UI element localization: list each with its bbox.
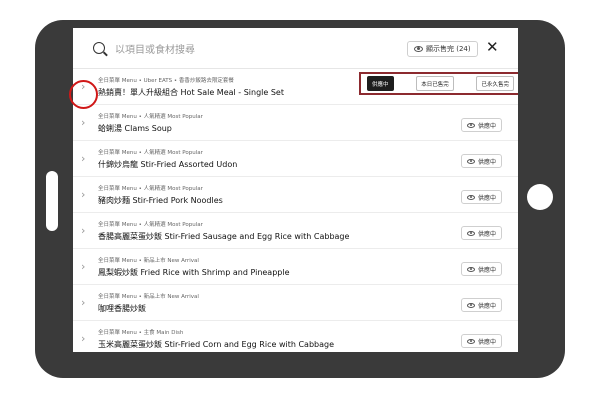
- item-breadcrumb: 全日菜單 Menu • 新品上市 New Arrival: [98, 294, 199, 300]
- menu-item-list: › 全日菜單 Menu • Uber EATS • 香香炒飯路去限定套餐 熱銷賣…: [73, 69, 518, 352]
- status-badge[interactable]: 供應中: [461, 190, 503, 204]
- item-breadcrumb: 全日菜單 Menu • Uber EATS • 香香炒飯路去限定套餐: [98, 78, 234, 84]
- chevron-right-icon[interactable]: ›: [81, 296, 85, 309]
- show-sold-out-button[interactable]: 顯示售完 (24): [407, 41, 478, 57]
- eye-icon: [467, 230, 475, 236]
- app-screen: 以項目或食材搜尋 顯示售完 (24) ✕ › 全日菜單 Menu • Uber …: [73, 28, 518, 352]
- chevron-right-icon[interactable]: ›: [81, 152, 85, 165]
- list-item[interactable]: › 全日菜單 Menu • Uber EATS • 香香炒飯路去限定套餐 熱銷賣…: [73, 69, 518, 105]
- list-item[interactable]: › 全日菜單 Menu • 人氣精選 Most Popular 豬肉炒麵 Sti…: [73, 177, 518, 213]
- item-breadcrumb: 全日菜單 Menu • 主食 Main Dish: [98, 330, 184, 336]
- item-name: 鳳梨蝦炒飯 Fried Rice with Shrimp and Pineapp…: [98, 268, 290, 277]
- item-name: 咖哩香腸炒飯: [98, 304, 146, 313]
- status-label: 供應中: [478, 338, 497, 346]
- item-breadcrumb: 全日菜單 Menu • 新品上市 New Arrival: [98, 258, 199, 264]
- item-name: 蛤蜊湯 Clams Soup: [98, 124, 172, 133]
- list-item[interactable]: › 全日菜單 Menu • 人氣精選 Most Popular 什錦炒烏龍 St…: [73, 141, 518, 177]
- item-name: 豬肉炒麵 Stir-Fried Pork Noodles: [98, 196, 223, 205]
- eye-icon: [467, 122, 475, 128]
- show-sold-out-label: 顯示售完 (24): [426, 45, 471, 53]
- list-item[interactable]: › 全日菜單 Menu • 人氣精選 Most Popular 香腸高麗菜蛋炒飯…: [73, 213, 518, 249]
- status-badge[interactable]: 供應中: [461, 226, 503, 240]
- eye-icon: [467, 338, 475, 344]
- eye-icon: [467, 158, 475, 164]
- item-breadcrumb: 全日菜單 Menu • 人氣精選 Most Popular: [98, 114, 203, 120]
- item-name: 玉米高麗菜蛋炒飯 Stir-Fried Corn and Egg Rice wi…: [98, 340, 335, 349]
- tablet-home-button: [527, 184, 553, 210]
- search-input[interactable]: 以項目或食材搜尋: [115, 41, 195, 56]
- status-badge[interactable]: 供應中: [461, 154, 503, 168]
- chevron-right-icon[interactable]: ›: [81, 224, 85, 237]
- status-label: 供應中: [478, 230, 497, 238]
- list-item[interactable]: › 全日菜單 Menu • 新品上市 New Arrival 咖哩香腸炒飯 供應…: [73, 285, 518, 321]
- chevron-right-icon[interactable]: ›: [81, 260, 85, 273]
- status-label: 供應中: [478, 194, 497, 202]
- eye-icon: [467, 302, 475, 308]
- status-label: 供應中: [478, 122, 497, 130]
- status-option-available[interactable]: 供應中: [367, 76, 394, 91]
- status-badge[interactable]: 供應中: [461, 118, 503, 132]
- status-badge[interactable]: 供應中: [461, 298, 503, 312]
- list-item[interactable]: › 全日菜單 Menu • 主食 Main Dish 玉米高麗菜蛋炒飯 Stir…: [73, 321, 518, 352]
- chevron-right-icon[interactable]: ›: [81, 188, 85, 201]
- item-breadcrumb: 全日菜單 Menu • 人氣精選 Most Popular: [98, 186, 203, 192]
- chevron-right-icon[interactable]: ›: [81, 332, 85, 345]
- item-name: 香腸高麗菜蛋炒飯 Stir-Fried Sausage and Egg Rice…: [98, 232, 350, 241]
- highlight-circle: [69, 80, 98, 109]
- status-option-sold-out-permanently[interactable]: 已永久售完: [476, 76, 514, 91]
- list-item[interactable]: › 全日菜單 Menu • 人氣精選 Most Popular 蛤蜊湯 Clam…: [73, 105, 518, 141]
- eye-icon: [414, 46, 423, 52]
- status-option-sold-out-today[interactable]: 本日已售完: [416, 76, 454, 91]
- item-breadcrumb: 全日菜單 Menu • 人氣精選 Most Popular: [98, 222, 203, 228]
- item-name: 熱銷賣！單人升級組合 Hot Sale Meal - Single Set: [98, 88, 284, 97]
- search-bar: 以項目或食材搜尋 顯示售完 (24) ✕: [73, 28, 518, 69]
- status-segmented-control: 供應中 本日已售完 已永久售完: [359, 72, 518, 95]
- search-icon: [93, 42, 105, 54]
- status-badge[interactable]: 供應中: [461, 262, 503, 276]
- tablet-side-button: [46, 171, 58, 231]
- close-icon[interactable]: ✕: [486, 38, 499, 56]
- item-breadcrumb: 全日菜單 Menu • 人氣精選 Most Popular: [98, 150, 203, 156]
- eye-icon: [467, 194, 475, 200]
- eye-icon: [467, 266, 475, 272]
- chevron-right-icon[interactable]: ›: [81, 116, 85, 129]
- status-label: 供應中: [478, 158, 497, 166]
- status-badge[interactable]: 供應中: [461, 334, 503, 348]
- status-label: 供應中: [478, 302, 497, 310]
- item-name: 什錦炒烏龍 Stir-Fried Assorted Udon: [98, 160, 238, 169]
- list-item[interactable]: › 全日菜單 Menu • 新品上市 New Arrival 鳳梨蝦炒飯 Fri…: [73, 249, 518, 285]
- status-label: 供應中: [478, 266, 497, 274]
